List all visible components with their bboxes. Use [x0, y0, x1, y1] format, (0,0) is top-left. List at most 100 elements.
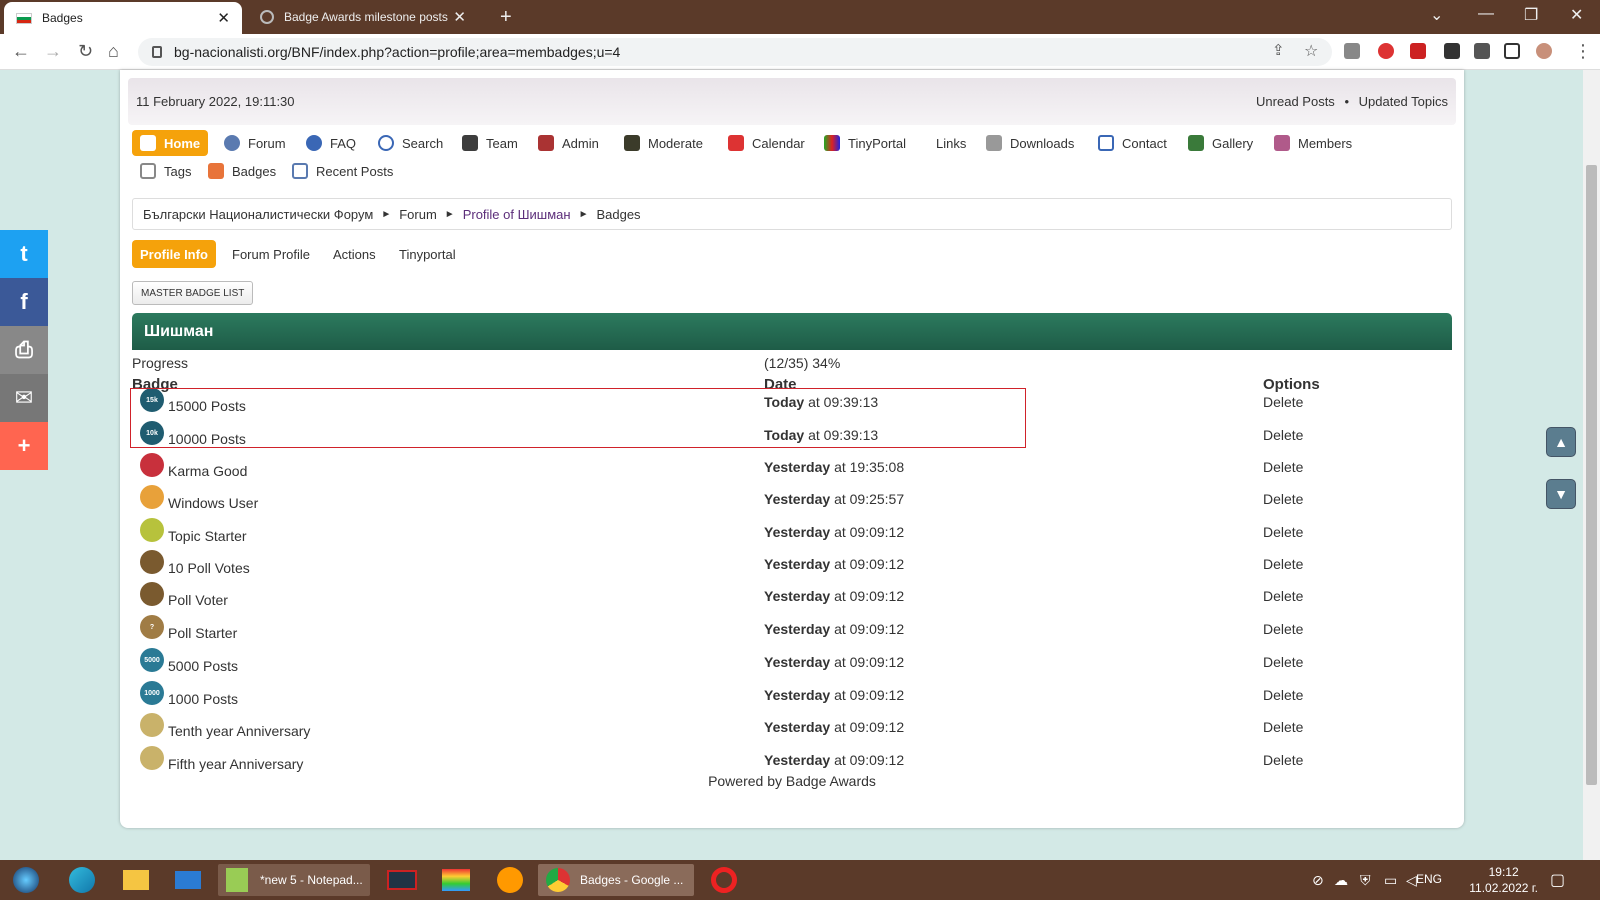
delete-badge-link[interactable]: Delete: [1263, 687, 1303, 703]
menu-item-calendar[interactable]: Calendar: [720, 130, 813, 156]
shield-tray-icon[interactable]: ⛨: [1360, 864, 1371, 896]
profile-avatar[interactable]: [1536, 43, 1552, 59]
language-indicator[interactable]: ENG: [1416, 872, 1442, 886]
menu-item-gallery[interactable]: Gallery: [1180, 130, 1261, 156]
menu-item-faq[interactable]: FAQ: [298, 130, 364, 156]
menu-item-forum[interactable]: Forum: [216, 130, 294, 156]
delete-badge-link[interactable]: Delete: [1263, 621, 1303, 637]
restore-icon[interactable]: ❐: [1524, 5, 1538, 25]
extension-ublock-icon[interactable]: [1410, 43, 1426, 59]
badge-name: 10 Poll Votes: [168, 560, 250, 576]
delete-badge-link[interactable]: Delete: [1263, 654, 1303, 670]
scroll-down-button[interactable]: ▼: [1546, 479, 1576, 509]
print-icon[interactable]: ⎙: [0, 326, 48, 374]
delete-badge-link[interactable]: Delete: [1263, 719, 1303, 735]
cloud-tray-icon[interactable]: ☁: [1334, 864, 1348, 896]
menu-item-tinyportal[interactable]: TinyPortal: [816, 130, 914, 156]
email-icon[interactable]: ✉: [0, 374, 48, 422]
tab-profile-info[interactable]: Profile Info: [132, 240, 216, 268]
taskbar-label: Badges - Google ...: [580, 873, 684, 887]
page-scrollbar[interactable]: [1583, 70, 1600, 860]
extensions-puzzle-icon[interactable]: [1474, 43, 1490, 59]
extension-info-icon[interactable]: [1344, 43, 1360, 59]
edge-icon[interactable]: [66, 864, 98, 896]
menu-item-downloads[interactable]: Downloads: [978, 130, 1082, 156]
close-icon[interactable]: ✕: [453, 8, 466, 26]
extension-eyedropper-icon[interactable]: [1444, 43, 1460, 59]
badge-date: Yesterday at 09:25:57: [764, 491, 904, 507]
mail-icon[interactable]: [172, 864, 204, 896]
minimize-icon[interactable]: —: [1478, 5, 1494, 23]
tab-forum-profile[interactable]: Forum Profile: [232, 240, 310, 268]
breadcrumb-profile[interactable]: Profile of Шишман: [463, 207, 571, 222]
scrollbar-thumb[interactable]: [1586, 165, 1597, 785]
menu-item-members[interactable]: Members: [1266, 130, 1360, 156]
forward-icon[interactable]: →: [44, 41, 62, 62]
breadcrumb-forum-home[interactable]: Български Националистически Форум: [143, 207, 373, 222]
progress-value: (12/35) 34%: [764, 355, 841, 371]
tab-badge-awards[interactable]: Badge Awards milestone posts ✕: [248, 0, 478, 34]
updated-topics-link[interactable]: Updated Topics: [1359, 94, 1448, 109]
badge-name: Poll Voter: [168, 592, 228, 608]
share-icon[interactable]: ⇪: [1272, 41, 1285, 59]
browser-menu-icon[interactable]: ⋮: [1574, 41, 1592, 62]
menu-item-team[interactable]: Team: [454, 130, 526, 156]
twitter-icon[interactable]: t: [0, 230, 48, 278]
delete-badge-link[interactable]: Delete: [1263, 491, 1303, 507]
start-icon[interactable]: [10, 864, 42, 896]
url-input[interactable]: bg-nacionalisti.org/BNF/index.php?action…: [138, 38, 1332, 66]
bookmark-star-icon[interactable]: ☆: [1304, 41, 1318, 61]
unread-posts-link[interactable]: Unread Posts: [1256, 94, 1335, 109]
delete-badge-link[interactable]: Delete: [1263, 556, 1303, 572]
menu-item-tags[interactable]: Tags: [132, 158, 199, 184]
badge-date-day: Yesterday: [764, 491, 831, 507]
badge-date-time: at 09:25:57: [834, 491, 905, 507]
taskbar-chrome[interactable]: Badges - Google ...: [538, 864, 694, 896]
badge-date: Yesterday at 09:09:12: [764, 524, 904, 540]
menu-item-links[interactable]: Links: [928, 130, 974, 156]
menu-item-admin[interactable]: Admin: [530, 130, 607, 156]
breadcrumb-forum[interactable]: Forum: [399, 207, 437, 222]
opera-icon[interactable]: [708, 864, 740, 896]
delete-badge-link[interactable]: Delete: [1263, 752, 1303, 768]
extension-adblock-icon[interactable]: [1378, 43, 1394, 59]
menu-item-home[interactable]: Home: [132, 130, 209, 156]
tab-search-icon[interactable]: ⌄: [1430, 5, 1443, 25]
badge-date-day: Yesterday: [764, 621, 831, 637]
stacked-app-icon[interactable]: [440, 864, 472, 896]
tab-tinyportal[interactable]: Tinyportal: [399, 240, 456, 268]
tab-actions[interactable]: Actions: [333, 240, 376, 268]
delete-badge-link[interactable]: Delete: [1263, 394, 1303, 410]
notifications-icon[interactable]: ▢: [1550, 864, 1565, 896]
menu-item-recent-posts[interactable]: Recent Posts: [284, 158, 401, 184]
scroll-up-button[interactable]: ▲: [1546, 427, 1576, 457]
delete-badge-link[interactable]: Delete: [1263, 524, 1303, 540]
delete-badge-link[interactable]: Delete: [1263, 459, 1303, 475]
home-browser-icon[interactable]: ⌂: [108, 41, 119, 62]
delete-badge-link[interactable]: Delete: [1263, 427, 1303, 443]
reload-icon[interactable]: ↻: [78, 41, 93, 62]
delete-badge-link[interactable]: Delete: [1263, 588, 1303, 604]
back-icon[interactable]: ←: [12, 41, 30, 62]
menu-item-moderate[interactable]: Moderate: [616, 130, 711, 156]
menu-item-badges[interactable]: Badges: [200, 158, 284, 184]
close-icon[interactable]: ✕: [217, 9, 230, 27]
attachment-tray-icon[interactable]: ⊘: [1312, 864, 1324, 896]
side-panel-icon[interactable]: [1504, 43, 1520, 59]
menu-item-search[interactable]: Search: [370, 130, 451, 156]
more-share-icon[interactable]: +: [0, 422, 48, 470]
sun-app-icon[interactable]: [494, 864, 526, 896]
window-close-icon[interactable]: ✕: [1570, 5, 1583, 25]
tab-badges[interactable]: Badges ✕: [4, 2, 242, 34]
facebook-icon[interactable]: f: [0, 278, 48, 326]
breadcrumb-badges[interactable]: Badges: [596, 207, 640, 222]
chrome-icon: [546, 868, 570, 892]
menu-item-contact[interactable]: Contact: [1090, 130, 1175, 156]
uk-flag-icon[interactable]: [386, 864, 418, 896]
system-clock[interactable]: 19:12 11.02.2022 г.: [1469, 864, 1538, 896]
new-tab-icon[interactable]: +: [500, 6, 512, 29]
network-tray-icon[interactable]: ▭: [1384, 864, 1397, 896]
taskbar-notepad[interactable]: *new 5 - Notepad...: [218, 864, 370, 896]
file-explorer-icon[interactable]: [120, 864, 152, 896]
master-badge-list-button[interactable]: MASTER BADGE LIST: [132, 281, 254, 305]
